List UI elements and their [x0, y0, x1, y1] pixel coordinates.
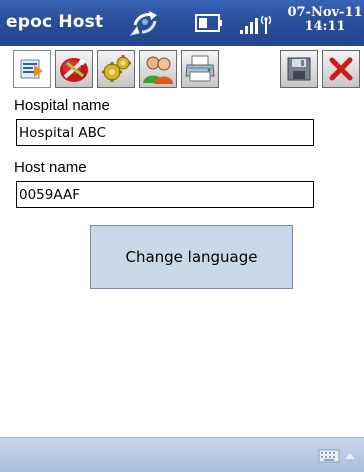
host-info-tab[interactable]	[13, 50, 51, 88]
gear-icon	[102, 55, 131, 82]
hospital-name-label: Hospital name	[14, 97, 110, 114]
arrow-up-icon[interactable]	[344, 451, 356, 460]
tools-icon	[60, 58, 88, 82]
close-icon	[329, 57, 353, 81]
clock[interactable]: 07-Nov-11 14:11	[286, 6, 364, 34]
users-tab[interactable]	[139, 50, 177, 88]
tools-tab[interactable]	[55, 50, 93, 88]
save-icon	[287, 57, 311, 81]
soft-key-bar	[0, 437, 364, 472]
host-info-icon	[20, 59, 43, 79]
app-title: epoc Host	[6, 12, 104, 32]
printer-icon	[185, 55, 215, 82]
title-bar: epoc Host 07-Nov-11 14:11	[0, 0, 364, 46]
settings-tab[interactable]	[97, 50, 135, 88]
keyboard-icon[interactable]	[318, 449, 340, 463]
clock-time: 14:11	[304, 19, 346, 34]
close-button[interactable]	[322, 50, 360, 88]
toolbar	[0, 46, 364, 92]
sync-icon[interactable]	[127, 5, 163, 39]
battery-icon[interactable]	[193, 12, 223, 34]
change-language-button[interactable]: Change language	[90, 225, 293, 289]
hospital-name-field[interactable]	[16, 119, 314, 146]
save-button[interactable]	[280, 50, 318, 88]
host-name-label: Host name	[14, 159, 87, 176]
host-name-field[interactable]	[16, 181, 314, 208]
signal-icon[interactable]	[238, 10, 272, 36]
printer-tab[interactable]	[181, 50, 219, 88]
clock-date: 07-Nov-11	[287, 5, 363, 20]
users-icon	[143, 56, 173, 84]
